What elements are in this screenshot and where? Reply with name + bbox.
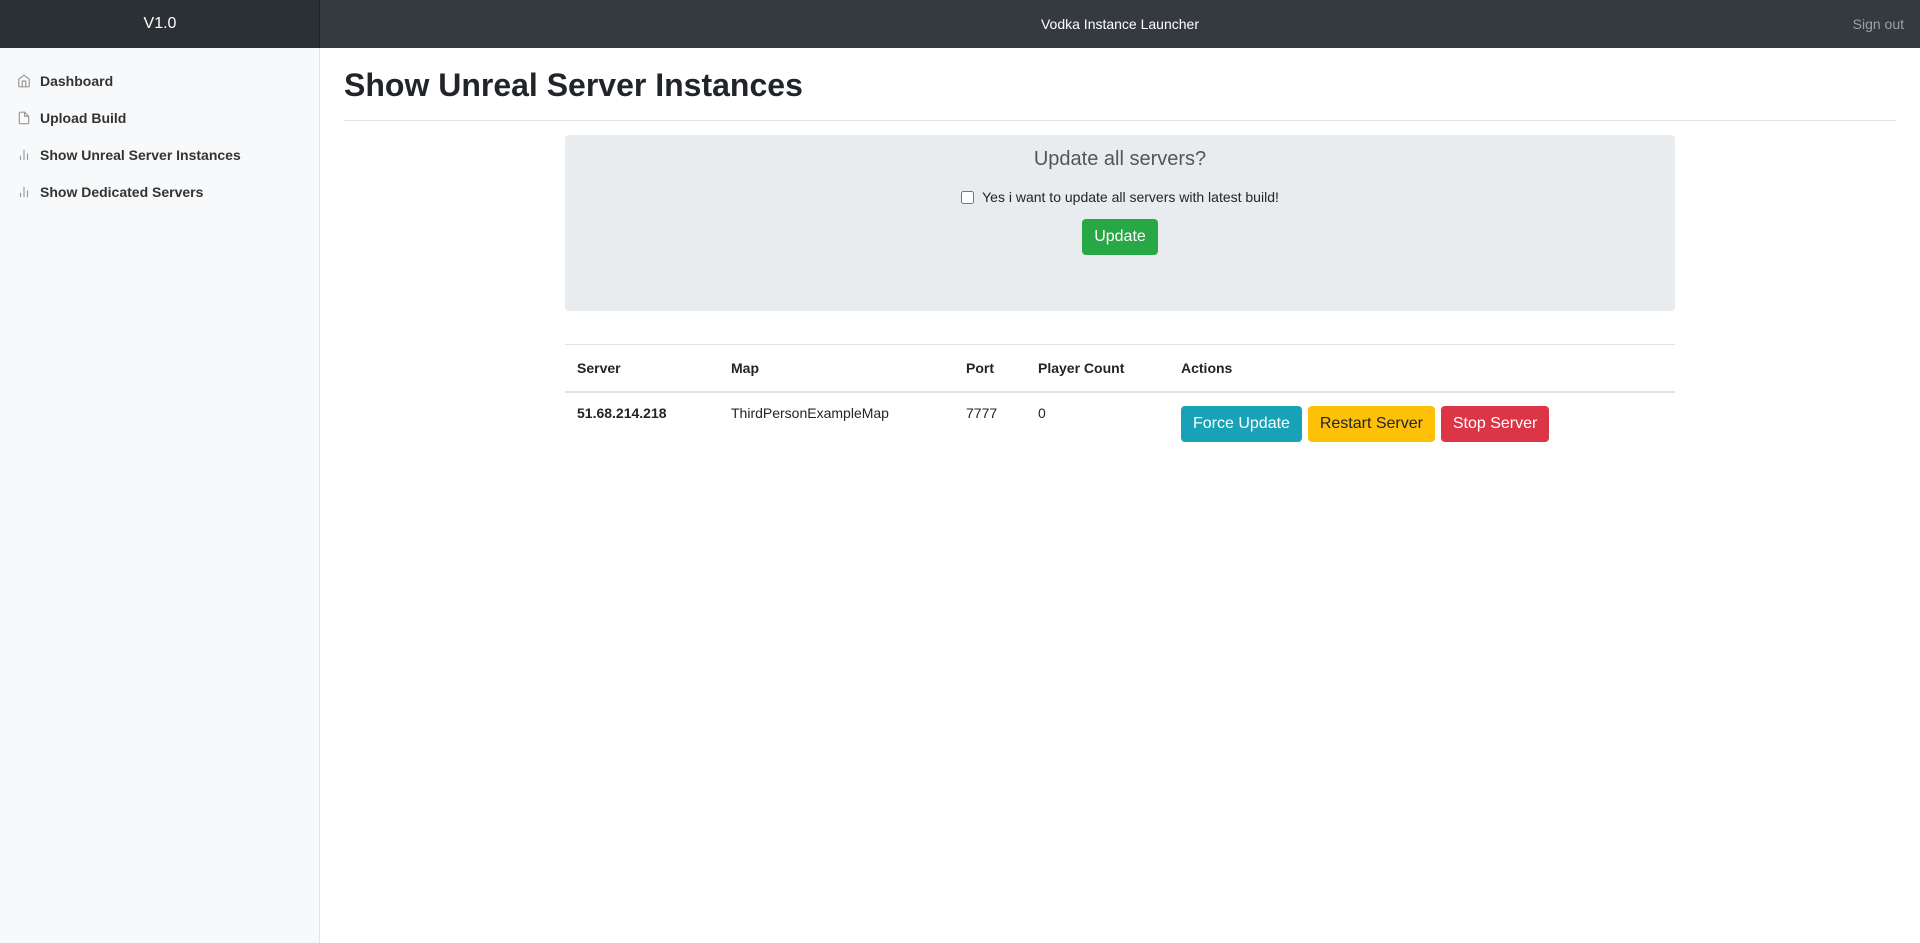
header-map: Map (719, 344, 954, 393)
update-button[interactable]: Update (1082, 219, 1158, 255)
update-all-panel: Update all servers? Yes i want to update… (565, 135, 1675, 311)
update-panel-heading: Update all servers? (1033, 148, 1207, 170)
stop-server-button[interactable]: Stop Server (1440, 405, 1550, 442)
home-icon (17, 74, 31, 88)
file-icon (17, 111, 31, 125)
force-update-button[interactable]: Force Update (1181, 405, 1302, 442)
cell-map: ThirdPersonExampleMap (731, 404, 889, 421)
table-header-row: Server Map Port Player Count Actions (565, 344, 1675, 393)
cell-player-count: 0 (1038, 404, 1046, 421)
table-row: 51.68.214.218 ThirdPersonExampleMap 7777… (565, 392, 1675, 454)
sidebar-item-label: Upload Build (40, 109, 127, 126)
header-actions: Actions (1169, 344, 1675, 393)
sidebar-item-unreal-instances[interactable]: Show Unreal Server Instances (0, 136, 319, 173)
sidebar-item-label: Show Unreal Server Instances (40, 146, 241, 163)
version-brand[interactable]: V1.0 (0, 0, 320, 48)
bar-chart-icon (17, 185, 31, 199)
sign-out-link[interactable]: Sign out (1853, 0, 1904, 48)
top-navbar: V1.0 Vodka Instance Launcher Sign out (0, 0, 1920, 48)
restart-server-button[interactable]: Restart Server (1307, 405, 1435, 442)
sidebar-item-upload-build[interactable]: Upload Build (0, 99, 319, 136)
cell-server: 51.68.214.218 (577, 404, 667, 421)
sidebar: Dashboard Upload Build Show Unreal Serve… (0, 48, 320, 943)
cell-port: 7777 (966, 404, 998, 421)
page-title: Show Unreal Server Instances (344, 66, 1896, 121)
sidebar-item-dedicated-servers[interactable]: Show Dedicated Servers (0, 173, 319, 210)
cell-actions: Force Update Restart Server Stop Server (1169, 392, 1675, 454)
sidebar-item-label: Show Dedicated Servers (40, 183, 204, 200)
main-content: Show Unreal Server Instances Update all … (344, 48, 1896, 442)
update-confirm-label: Yes i want to update all servers with la… (982, 189, 1279, 205)
app-title: Vodka Instance Launcher (1040, 16, 1199, 32)
header-player-count: Player Count (1026, 344, 1169, 393)
update-confirm-row[interactable]: Yes i want to update all servers with la… (565, 189, 1675, 205)
header-port: Port (954, 344, 1026, 393)
sidebar-item-dashboard[interactable]: Dashboard (0, 62, 319, 99)
header-server: Server (565, 344, 719, 393)
servers-table: Server Map Port Player Count Actions 51.… (565, 344, 1675, 454)
bar-chart-icon (17, 148, 31, 162)
sidebar-item-label: Dashboard (40, 72, 114, 89)
update-confirm-checkbox[interactable] (961, 190, 975, 204)
